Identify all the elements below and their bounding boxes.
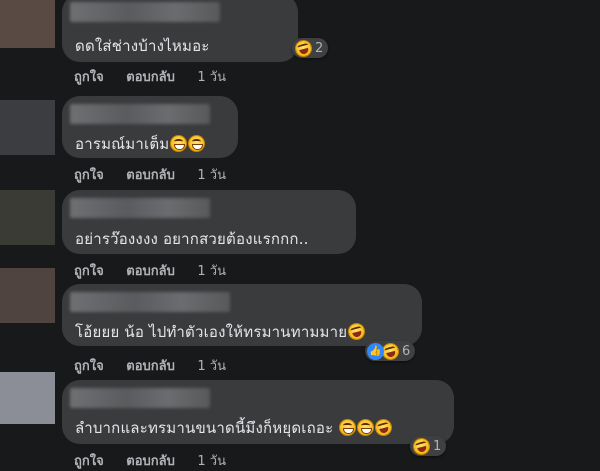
comment-text: โอ้ยยย น้อ ไปทำตัวเองให้ทรมานทามมาย	[75, 320, 368, 344]
comment-actions: ถูกใจ ตอบกลับ 1 วัน	[74, 450, 226, 471]
comment-text: ดดใส่ช่างบ้างไหมอะ	[75, 37, 210, 55]
like-link[interactable]: ถูกใจ	[74, 355, 104, 376]
timestamp[interactable]: 1 วัน	[197, 450, 226, 471]
commenter-name[interactable]	[70, 104, 210, 124]
reply-link[interactable]: ตอบกลับ	[126, 164, 175, 185]
comment-text: อารมณ์มาเต็ม	[75, 132, 206, 156]
like-link[interactable]: ถูกใจ	[74, 450, 104, 471]
like-link[interactable]: ถูกใจ	[74, 164, 104, 185]
laugh-icon	[411, 435, 432, 457]
reply-link[interactable]: ตอบกลับ	[126, 260, 175, 281]
avatar[interactable]	[0, 372, 55, 424]
reaction-summary[interactable]: 1	[410, 435, 447, 457]
reaction-count: 6	[402, 343, 411, 359]
timestamp[interactable]: 1 วัน	[197, 66, 226, 87]
comment-actions: ถูกใจ ตอบกลับ 1 วัน	[74, 355, 226, 376]
reaction-count: 2	[315, 40, 324, 56]
laughing-tears-icon	[373, 417, 395, 438]
comment-bubble: อารมณ์มาเต็ม	[62, 96, 238, 158]
comment-bubble: อย่ารว๊องงงง อยากสวยต้องแรกกก..	[62, 190, 356, 254]
reaction-summary[interactable]: 👍 6	[365, 340, 416, 362]
comment-bubble: โอ้ยยย น้อ ไปทำตัวเองให้ทรมานทามมาย	[62, 284, 422, 346]
like-icon: 👍	[367, 342, 384, 360]
reaction-count: 1	[433, 438, 442, 454]
comment-text: อย่ารว๊องงงง อยากสวยต้องแรกกก..	[75, 230, 309, 248]
like-link[interactable]: ถูกใจ	[74, 260, 104, 281]
avatar[interactable]	[0, 190, 55, 245]
commenter-name[interactable]	[70, 292, 230, 312]
avatar[interactable]	[0, 0, 55, 48]
grin-icon	[188, 135, 206, 152]
laugh-wow-icon	[293, 37, 314, 59]
grin-icon	[357, 419, 375, 436]
comment-bubble: ลำบากและทรมานขนาดนี้มึงก็หยุดเถอะ	[62, 380, 454, 444]
comment-actions: ถูกใจ ตอบกลับ 1 วัน	[74, 66, 226, 87]
avatar[interactable]	[0, 268, 55, 323]
reply-link[interactable]: ตอบกลับ	[126, 66, 175, 87]
avatar[interactable]	[0, 100, 55, 155]
grin-icon	[339, 419, 357, 436]
timestamp[interactable]: 1 วัน	[197, 164, 226, 185]
reply-link[interactable]: ตอบกลับ	[126, 450, 175, 471]
reaction-summary[interactable]: 2	[292, 37, 329, 59]
comment-actions: ถูกใจ ตอบกลับ 1 วัน	[74, 260, 226, 281]
comment-actions: ถูกใจ ตอบกลับ 1 วัน	[74, 164, 226, 185]
grin-icon	[170, 135, 188, 152]
commenter-name[interactable]	[70, 2, 220, 22]
comment-bubble: ดดใส่ช่างบ้างไหมอะ	[62, 0, 298, 62]
commenter-name[interactable]	[70, 388, 210, 408]
timestamp[interactable]: 1 วัน	[197, 355, 226, 376]
laughing-tears-icon	[346, 321, 368, 342]
timestamp[interactable]: 1 วัน	[197, 260, 226, 281]
commenter-name[interactable]	[70, 198, 210, 218]
comment-text: ลำบากและทรมานขนาดนี้มึงก็หยุดเถอะ	[75, 416, 395, 440]
reply-link[interactable]: ตอบกลับ	[126, 355, 175, 376]
like-link[interactable]: ถูกใจ	[74, 66, 104, 87]
